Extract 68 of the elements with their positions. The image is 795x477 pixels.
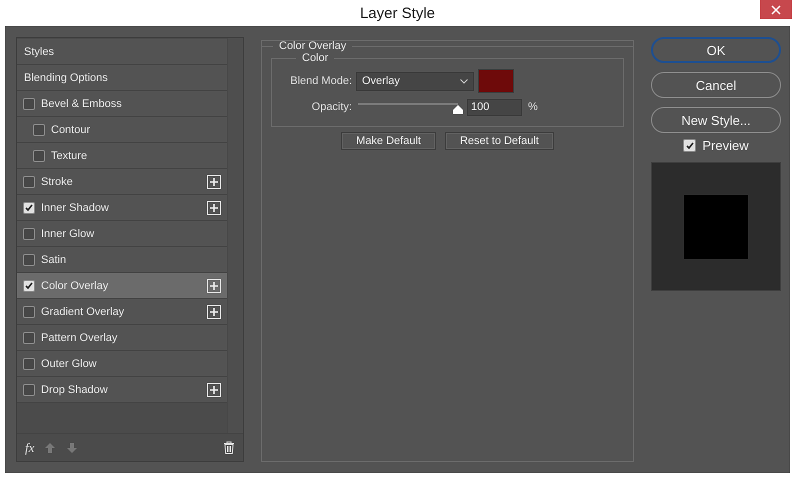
style-label: Inner Glow xyxy=(41,228,96,240)
checkbox[interactable] xyxy=(23,358,35,370)
style-label: Color Overlay xyxy=(41,280,110,292)
checkbox-label: Preview xyxy=(702,138,749,153)
plus-icon[interactable] xyxy=(207,304,221,318)
unit-label: % xyxy=(528,101,538,113)
checkbox[interactable] xyxy=(23,384,35,396)
dialog-button[interactable]: Cancel xyxy=(651,72,781,98)
field-label: Opacity: xyxy=(310,101,352,113)
close-icon xyxy=(771,4,781,14)
default-button[interactable]: Make Default xyxy=(341,132,436,150)
dialog-button[interactable]: OK xyxy=(651,37,781,63)
style-list-item[interactable]: Outer Glow xyxy=(17,351,227,377)
arrow-down-icon[interactable] xyxy=(66,442,78,454)
default-button[interactable]: Reset to Default xyxy=(444,132,554,150)
checkbox[interactable] xyxy=(23,176,35,188)
style-list-item[interactable]: Inner Shadow xyxy=(17,195,227,221)
window-title: Layer Style xyxy=(360,4,436,22)
trash-icon[interactable] xyxy=(223,441,235,454)
style-label: Gradient Overlay xyxy=(41,306,126,318)
style-label: Texture xyxy=(51,150,88,162)
style-list-item[interactable]: Satin xyxy=(17,247,227,273)
dialog-button[interactable]: New Style... xyxy=(651,107,781,133)
checkbox[interactable] xyxy=(23,202,35,214)
style-list-item[interactable]: Gradient Overlay xyxy=(17,299,227,325)
style-label: Pattern Overlay xyxy=(41,332,118,344)
color-swatch[interactable] xyxy=(478,69,514,93)
style-list-item[interactable]: Color Overlay xyxy=(17,273,227,299)
opacity-field[interactable]: 100 xyxy=(467,98,522,116)
checkbox[interactable] xyxy=(23,306,35,318)
checkbox[interactable] xyxy=(33,124,45,136)
caret-icon xyxy=(460,78,468,84)
plus-icon[interactable] xyxy=(207,382,221,396)
style-list-item[interactable]: Stroke xyxy=(17,169,227,195)
style-list-item[interactable]: Contour xyxy=(17,117,227,143)
checkbox[interactable] xyxy=(23,280,35,292)
checkbox[interactable] xyxy=(33,150,45,162)
preview-square xyxy=(684,194,748,258)
plus-icon[interactable] xyxy=(207,278,221,292)
close-button[interactable] xyxy=(760,0,792,19)
plus-icon[interactable] xyxy=(207,174,221,188)
style-list-item[interactable]: Texture xyxy=(17,143,227,169)
style-list-item[interactable]: Inner Glow xyxy=(17,221,227,247)
style-list-item[interactable]: Styles xyxy=(17,39,227,65)
checkbox[interactable] xyxy=(23,228,35,240)
checkbox[interactable] xyxy=(23,98,35,110)
group-title: Color xyxy=(301,52,330,64)
style-label: Inner Shadow xyxy=(41,202,110,214)
style-label: Bevel & Emboss xyxy=(41,98,123,110)
checkbox[interactable] xyxy=(23,332,35,344)
style-label: Stroke xyxy=(41,176,74,188)
group-title: Color Overlay xyxy=(278,40,348,52)
plus-icon[interactable] xyxy=(207,200,221,214)
arrow-up-icon[interactable] xyxy=(44,442,56,454)
style-label: Outer Glow xyxy=(41,358,98,370)
style-label: Satin xyxy=(41,254,68,266)
checkbox[interactable] xyxy=(683,139,696,152)
blend-mode-dropdown[interactable]: Overlay xyxy=(356,72,474,90)
style-list-item[interactable]: Blending Options xyxy=(17,65,227,91)
slider-thumb[interactable] xyxy=(453,104,463,114)
style-label: Contour xyxy=(51,124,92,136)
style-list-item[interactable]: Drop Shadow xyxy=(17,377,227,403)
checkbox[interactable] xyxy=(23,254,35,266)
style-label: Drop Shadow xyxy=(41,384,109,396)
field-label: Blend Mode: xyxy=(289,75,352,87)
style-list-item[interactable]: Bevel & Emboss xyxy=(17,91,227,117)
style-list-item[interactable]: Pattern Overlay xyxy=(17,325,227,351)
fx-button[interactable]: fx xyxy=(25,440,34,456)
